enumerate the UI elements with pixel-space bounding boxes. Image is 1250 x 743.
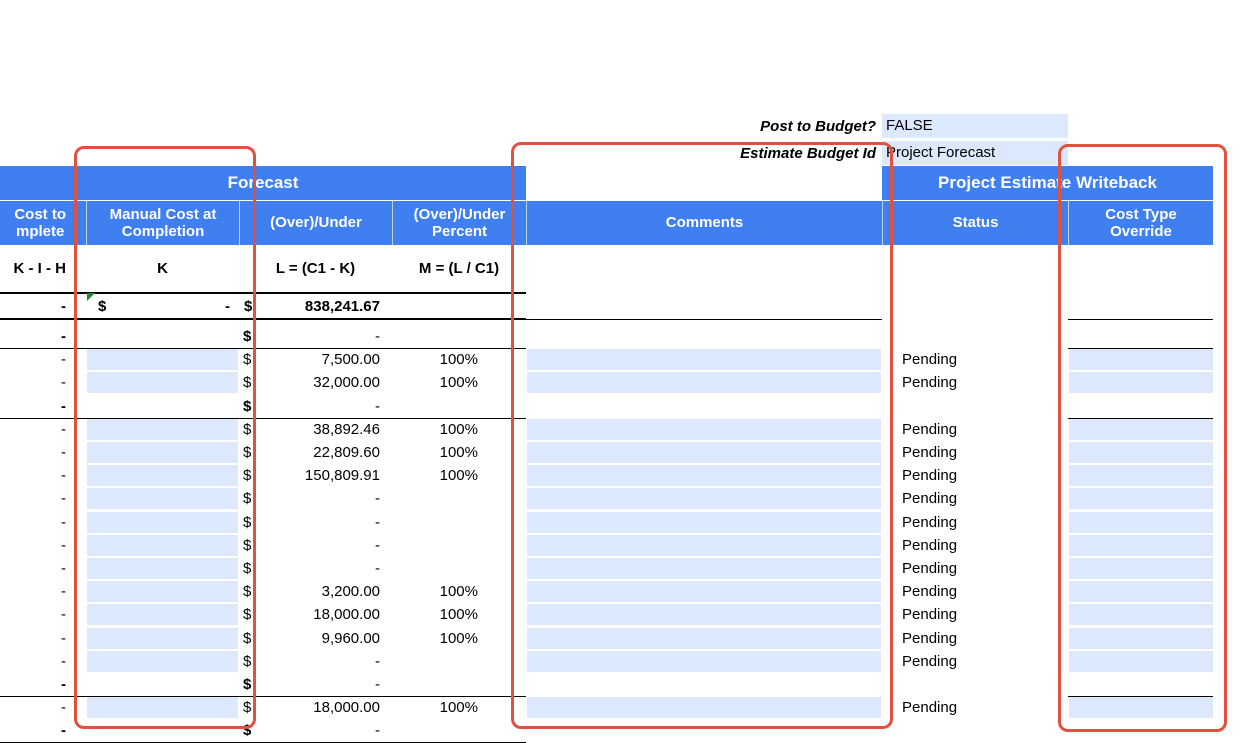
over-under-cell: 3,200.00 (321, 583, 380, 600)
status-cell: Pending (902, 421, 958, 438)
formula-cost-to-complete: K - I - H (13, 260, 67, 277)
formula-over-under: L = (C1 - K) (275, 260, 356, 277)
cost-to-complete-cell: - (61, 351, 66, 368)
over-under-percent-cell: 100% (439, 444, 478, 461)
col-header-over-under-percent: (Over)/Under Percent (392, 201, 526, 245)
total-over-under-value: 838,241.67 (304, 298, 380, 315)
status-cell: Pending (902, 351, 958, 368)
over-under-percent-cell: 100% (439, 351, 478, 368)
cost-to-complete-cell: - (61, 467, 66, 484)
over-under-cell: - (375, 490, 380, 507)
over-under-percent-cell: 100% (439, 467, 478, 484)
cost-to-complete-cell: - (61, 653, 66, 670)
status-cell: Pending (902, 490, 958, 507)
over-under-cell: - (375, 560, 380, 577)
over-under-percent-cell: 100% (439, 699, 478, 716)
cost-to-complete-cell: - (61, 699, 66, 716)
over-under-cell: - (375, 653, 380, 670)
cost-to-complete-cell: - (61, 421, 66, 438)
over-under-cell: - (375, 537, 380, 554)
status-cell: Pending (902, 699, 958, 716)
cost-to-complete-cell: - (61, 398, 66, 415)
over-under-cell: 22,809.60 (313, 444, 380, 461)
cost-to-complete-cell: - (61, 606, 66, 623)
status-cell: Pending (902, 653, 958, 670)
status-cell: Pending (902, 514, 958, 531)
post-to-budget-label: Post to Budget? (760, 118, 876, 135)
over-under-cell: 9,960.00 (321, 630, 380, 647)
cost-to-complete-cell: - (61, 676, 66, 693)
status-cell: Pending (902, 444, 958, 461)
status-cell: Pending (902, 630, 958, 647)
status-cell: Pending (902, 583, 958, 600)
over-under-cell: - (375, 398, 380, 415)
col-header-over-under: (Over)/Under (239, 201, 392, 245)
over-under-cell: 32,000.00 (313, 374, 380, 391)
cost-to-complete-cell: - (61, 583, 66, 600)
total-cost-to-complete: - (61, 298, 66, 315)
status-cell: Pending (902, 560, 958, 577)
status-cell: Pending (902, 537, 958, 554)
cost-to-complete-cell: - (61, 537, 66, 554)
cost-to-complete-cell: - (61, 328, 66, 345)
over-under-cell: 7,500.00 (321, 351, 380, 368)
over-under-percent-cell: 100% (439, 374, 478, 391)
over-under-cell: 38,892.46 (313, 421, 380, 438)
over-under-percent-cell: 100% (439, 421, 478, 438)
status-cell: Pending (902, 374, 958, 391)
cost-to-complete-cell: - (61, 560, 66, 577)
over-under-cell: - (375, 328, 380, 345)
over-under-percent-cell: 100% (439, 583, 478, 600)
over-under-cell: - (375, 722, 380, 739)
cost-to-complete-cell: - (61, 490, 66, 507)
post-to-budget-value[interactable]: FALSE (882, 114, 1068, 138)
status-cell: Pending (902, 467, 958, 484)
over-under-cell: 18,000.00 (313, 606, 380, 623)
over-under-cell: - (375, 514, 380, 531)
over-under-cell: 18,000.00 (313, 699, 380, 716)
status-cell: Pending (902, 606, 958, 623)
over-under-percent-cell: 100% (439, 606, 478, 623)
col-header-status: Status (882, 201, 1068, 245)
highlight-cost-type-override-column (1058, 144, 1227, 732)
cost-to-complete-cell: - (61, 444, 66, 461)
estimate-budget-id-value[interactable]: Project Forecast (882, 141, 1068, 165)
highlight-manual-cost-column (74, 146, 256, 729)
highlight-comments-column (511, 142, 893, 729)
cost-to-complete-cell: - (61, 630, 66, 647)
formula-percent: M = (L / C1) (418, 260, 500, 277)
over-under-cell: 150,809.91 (304, 467, 380, 484)
over-under-cell: - (375, 676, 380, 693)
cost-to-complete-cell: - (61, 514, 66, 531)
cost-to-complete-cell: - (61, 722, 66, 739)
over-under-percent-cell: 100% (439, 630, 478, 647)
cost-to-complete-cell: - (61, 374, 66, 391)
